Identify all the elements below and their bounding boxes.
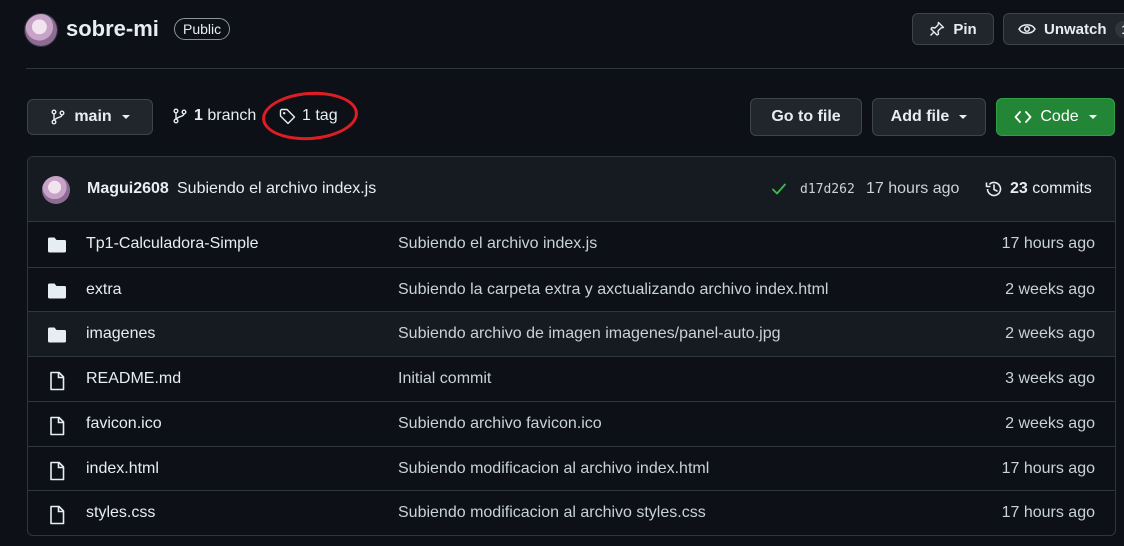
file-name-link[interactable]: favicon.ico [86, 415, 162, 433]
branches-count: 1 [194, 107, 203, 124]
file-commit-time: 17 hours ago [1001, 459, 1095, 477]
file-commit-message-link[interactable]: Subiendo modificacion al archivo index.h… [398, 460, 709, 478]
branches-label: branch [207, 107, 257, 124]
pin-label: Pin [953, 20, 977, 38]
file-icon [48, 416, 66, 441]
commits-count: 23 [1010, 180, 1028, 197]
chevron-down-icon [121, 115, 130, 119]
unwatch-label: Unwatch [1044, 20, 1107, 38]
branch-selector[interactable]: main [27, 99, 153, 135]
table-row[interactable]: favicon.ico Subiendo archivo favicon.ico 2… [28, 400, 1115, 446]
code-label: Code [1040, 108, 1079, 125]
file-commit-time: 3 weeks ago [1005, 370, 1095, 388]
file-commit-message-link[interactable]: Subiendo modificacion al archivo styles.… [398, 504, 706, 522]
visibility-badge: Public [174, 18, 231, 40]
commit-time: 17 hours ago [866, 180, 960, 197]
eye-icon [1018, 21, 1036, 37]
table-row[interactable]: README.md Initial commit 3 weeks ago [28, 356, 1115, 401]
file-commit-time: 17 hours ago [1001, 504, 1095, 522]
git-branch-icon [172, 108, 188, 124]
file-icon [48, 461, 66, 486]
file-commit-message-link[interactable]: Subiendo archivo de imagen imagenes/pane… [398, 325, 780, 343]
file-name-link[interactable]: styles.css [86, 504, 155, 522]
file-name-link[interactable]: README.md [86, 370, 181, 388]
repo-owner-avatar[interactable] [25, 14, 57, 46]
header-divider [26, 68, 1124, 69]
file-commit-time: 2 weeks ago [1005, 325, 1095, 343]
code-button[interactable]: Code [996, 98, 1115, 136]
file-commit-message-link[interactable]: Subiendo la carpeta extra y axctualizand… [398, 281, 828, 299]
avatar[interactable] [42, 176, 70, 204]
commit-message[interactable]: Subiendo el archivo index.js [177, 180, 376, 198]
file-commit-message-link[interactable]: Subiendo el archivo index.js [398, 235, 597, 253]
chevron-down-icon [1088, 115, 1097, 119]
latest-commit-bar: Magui2608 Subiendo el archivo index.js d… [28, 157, 1115, 222]
table-row[interactable]: index.html Subiendo modificacion al archi… [28, 445, 1115, 491]
file-name-link[interactable]: imagenes [86, 325, 155, 343]
code-icon [1014, 110, 1032, 124]
file-commit-message-link[interactable]: Initial commit [398, 370, 491, 388]
table-row[interactable]: styles.css Subiendo modificacion al archi… [28, 490, 1115, 535]
repo-name[interactable]: sobre-mi [66, 16, 159, 42]
folder-icon [47, 326, 67, 349]
table-row[interactable]: Tp1-Calculadora-Simple Subiendo el archiv… [28, 222, 1115, 267]
history-icon [984, 179, 1004, 199]
check-icon[interactable] [771, 182, 787, 201]
commits-link[interactable]: 23 commits [984, 179, 1092, 199]
add-file-label: Add file [890, 108, 950, 125]
commits-label: commits [1032, 180, 1092, 197]
table-row[interactable]: imagenes Subiendo archivo de imagen image… [28, 311, 1115, 357]
file-commit-message-link[interactable]: Subiendo archivo favicon.ico [398, 415, 602, 433]
file-browser: Magui2608 Subiendo el archivo index.js d… [27, 156, 1116, 536]
file-name-link[interactable]: extra [86, 281, 122, 299]
watchers-count: 1 [1114, 20, 1124, 38]
git-branch-icon [50, 109, 66, 125]
branch-name: main [74, 108, 112, 125]
file-icon [48, 371, 66, 396]
file-commit-time: 2 weeks ago [1005, 280, 1095, 298]
commit-author[interactable]: Magui2608 [87, 180, 169, 198]
branches-link[interactable]: 1 branch [172, 107, 256, 125]
commit-sha[interactable]: d17d262 [800, 182, 855, 197]
pin-button[interactable]: Pin [912, 13, 994, 45]
go-to-file-label: Go to file [771, 108, 841, 125]
file-name-link[interactable]: Tp1-Calculadora-Simple [86, 235, 259, 253]
folder-icon [47, 282, 67, 305]
go-to-file-button[interactable]: Go to file [750, 98, 862, 136]
add-file-button[interactable]: Add file [872, 98, 986, 136]
table-row[interactable]: extra Subiendo la carpeta extra y axctual… [28, 266, 1115, 312]
folder-icon [47, 236, 67, 259]
file-commit-time: 17 hours ago [1001, 235, 1095, 252]
file-name-link[interactable]: index.html [86, 460, 159, 478]
file-commit-time: 2 weeks ago [1005, 414, 1095, 432]
annotation-circle [260, 88, 360, 144]
unwatch-button[interactable]: Unwatch 1 [1003, 13, 1124, 45]
chevron-down-icon [959, 115, 968, 119]
file-icon [48, 505, 66, 530]
pin-icon [929, 21, 945, 37]
